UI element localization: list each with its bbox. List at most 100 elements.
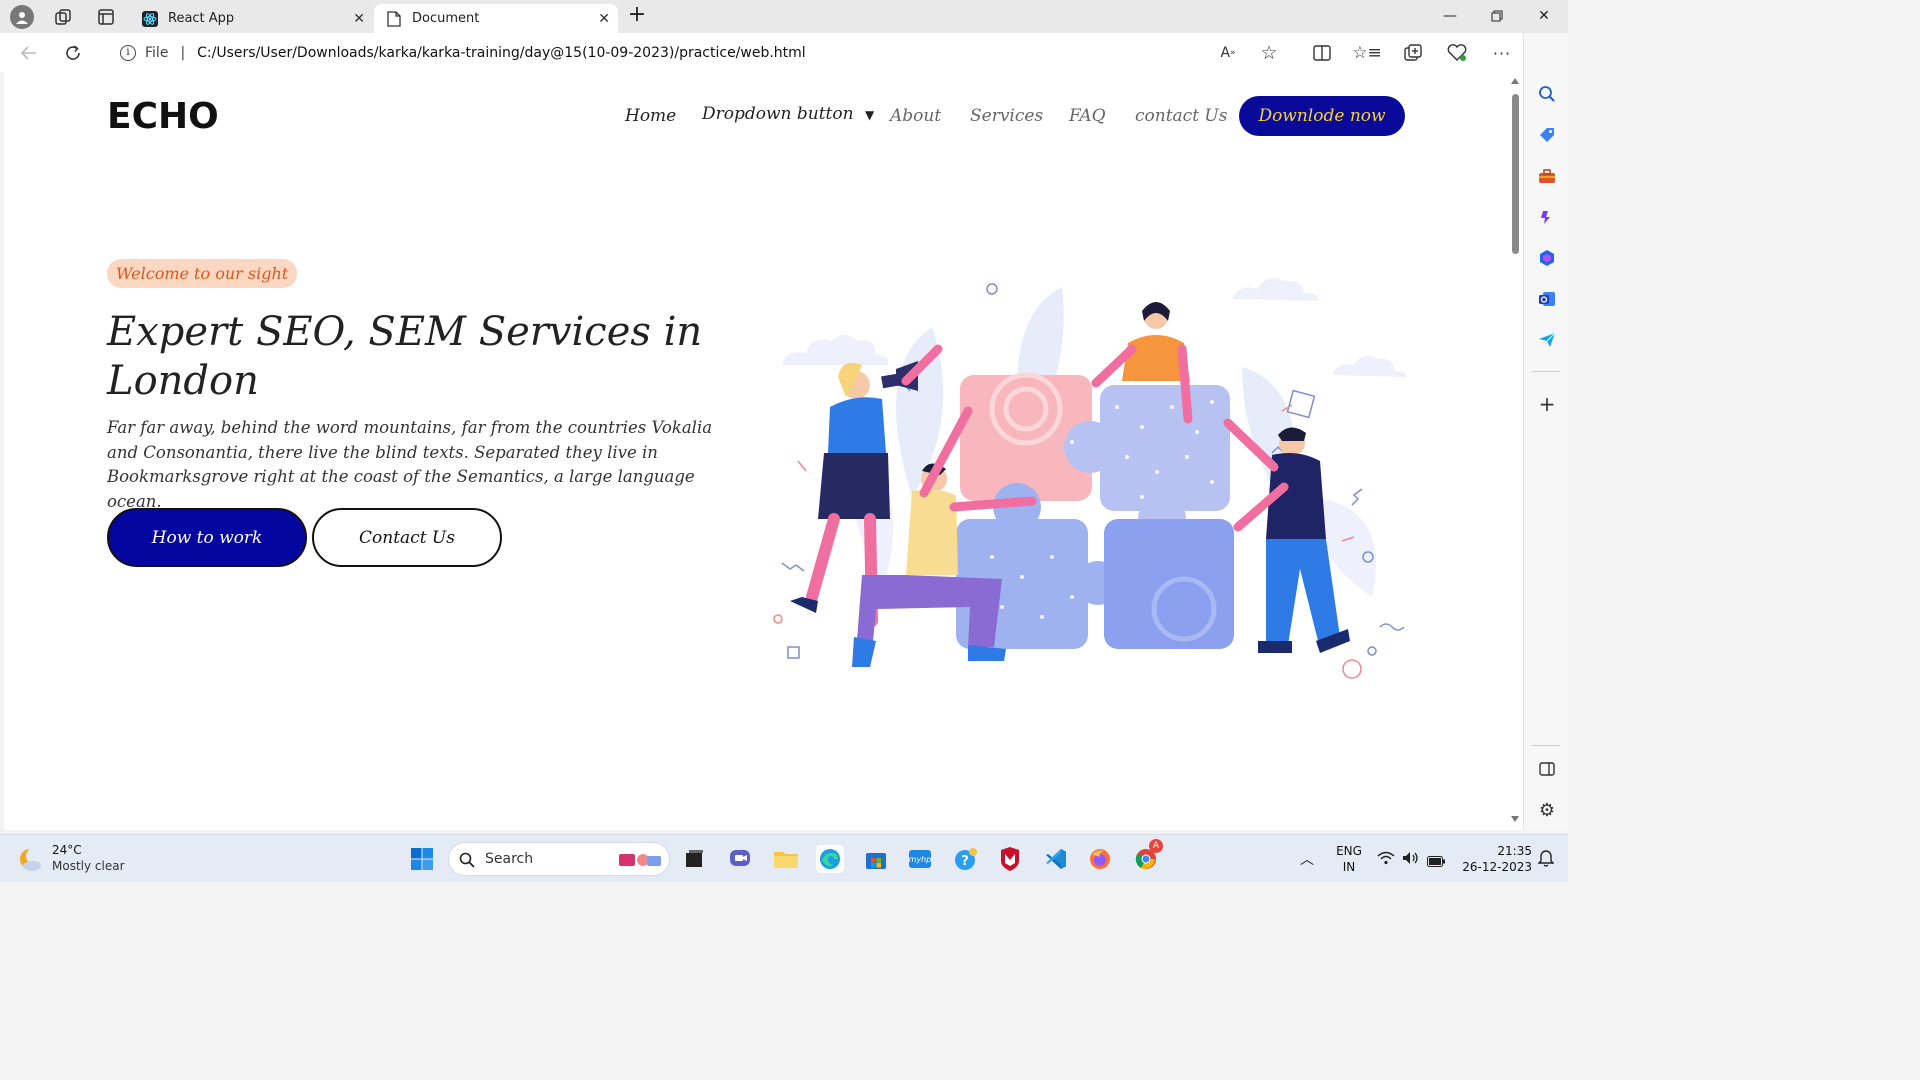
chrome-icon[interactable]: A [1132, 839, 1163, 873]
back-arrow-icon[interactable] [18, 42, 40, 64]
workspaces-icon[interactable] [54, 8, 72, 26]
add-icon[interactable]: + [1536, 392, 1558, 416]
teams-chat-icon[interactable] [726, 845, 754, 873]
close-tab-icon[interactable]: ✕ [353, 11, 365, 27]
restore-icon[interactable] [1487, 6, 1507, 26]
nav-faq[interactable]: FAQ [1069, 106, 1106, 126]
favorite-star-icon[interactable]: ☆ [1258, 42, 1280, 64]
search-icon [459, 852, 475, 868]
url-text[interactable]: C:/Users/User/Downloads/karka/karka-trai… [197, 45, 806, 61]
wifi-icon[interactable] [1377, 850, 1395, 869]
clock-date: 26-12-2023 [1462, 860, 1532, 874]
nav-services[interactable]: Services [970, 106, 1043, 126]
browser-sidebar: + ⚙ [1523, 33, 1568, 830]
split-screen-icon[interactable] [1311, 42, 1333, 64]
send-icon[interactable] [1536, 329, 1558, 351]
profile-icon[interactable] [10, 5, 34, 29]
volume-icon[interactable] [1402, 850, 1420, 869]
tools-icon[interactable] [1536, 165, 1558, 187]
site-logo[interactable]: ECHO [107, 96, 219, 137]
tab-title: React App [168, 11, 235, 26]
web-page: ECHO Home Dropdown button ▼ About Servic… [4, 72, 1508, 830]
tab-react-app[interactable]: React App ✕ [130, 4, 373, 33]
welcome-badge: Welcome to our sight [107, 259, 298, 288]
browser-tab-strip: React App ✕ Document ✕ + — ✕ [0, 0, 1568, 33]
task-view-icon[interactable] [680, 845, 708, 873]
battery-icon[interactable] [1427, 852, 1445, 871]
nav-home[interactable]: Home [625, 106, 676, 126]
search-highlight-icon [619, 854, 661, 866]
scroll-down-arrow[interactable] [1511, 816, 1519, 822]
contact-us-button[interactable]: Contact Us [312, 508, 502, 567]
hide-sidebar-icon[interactable] [1536, 758, 1558, 780]
games-icon[interactable] [1536, 206, 1558, 228]
nav-dropdown-button[interactable]: Dropdown button ▼ [702, 104, 874, 124]
chrome-profile-badge: A [1149, 839, 1163, 853]
clock-time: 21:35 [1497, 844, 1532, 858]
hero-description: Far far away, behind the word mountains,… [107, 418, 713, 511]
new-tab-button[interactable]: + [626, 4, 648, 27]
language-indicator[interactable]: ENG IN [1334, 843, 1364, 875]
weather-widget[interactable]: 24°C Mostly clear [18, 843, 148, 877]
weather-temp: 24°C [52, 843, 82, 857]
more-options-icon[interactable]: ··· [1491, 42, 1513, 64]
sidebar-divider [1532, 745, 1560, 746]
firefox-icon[interactable] [1086, 845, 1114, 873]
search-placeholder: Search [485, 851, 534, 867]
scroll-up-arrow[interactable] [1511, 78, 1519, 84]
mcafee-icon[interactable] [996, 845, 1024, 873]
page-scrollbar[interactable] [1508, 72, 1523, 830]
react-favicon-icon [142, 10, 158, 27]
minimize-icon[interactable]: — [1440, 6, 1460, 26]
info-icon[interactable]: i [120, 44, 136, 61]
address-bar[interactable]: i File | C:/Users/User/Downloads/karka/k… [104, 37, 1294, 68]
browser-toolbar: i File | C:/Users/User/Downloads/karka/k… [0, 33, 1568, 72]
outlook-icon[interactable] [1536, 288, 1558, 310]
teamwork-puzzle-illustration [773, 278, 1407, 679]
close-window-icon[interactable]: ✕ [1534, 6, 1554, 26]
vscode-icon[interactable] [1042, 845, 1070, 873]
how-to-work-button[interactable]: How to work [107, 508, 307, 567]
favorites-icon[interactable]: ☆≡ [1352, 42, 1381, 64]
sidebar-divider [1532, 371, 1560, 372]
search-icon[interactable] [1536, 83, 1558, 105]
windows-taskbar: 24°C Mostly clear Search myhp ? A ︿ ENG … [0, 834, 1568, 882]
refresh-icon[interactable] [62, 42, 84, 64]
help-icon[interactable]: ? [952, 845, 980, 873]
download-now-button[interactable]: Downlode now [1239, 96, 1405, 136]
separator: | [180, 44, 186, 61]
scrollbar-thumb[interactable] [1512, 94, 1519, 254]
taskbar-search-box[interactable]: Search [448, 842, 670, 876]
show-hidden-icons-chevron-icon[interactable]: ︿ [1300, 849, 1314, 869]
nav-about[interactable]: About [890, 106, 941, 126]
svg-text:myhp: myhp [909, 855, 932, 864]
microsoft-store-icon[interactable] [862, 845, 890, 873]
moon-cloud-icon [20, 848, 42, 871]
nav-dropdown-label: Dropdown button [702, 104, 854, 124]
language-line-2: IN [1342, 860, 1356, 874]
file-label: File [145, 44, 169, 61]
language-line-1: ENG [1336, 844, 1362, 858]
nav-contact[interactable]: contact Us [1135, 106, 1227, 126]
tab-actions-icon[interactable] [97, 8, 115, 26]
hero-title: Expert SEO, SEM Services in London [107, 309, 703, 404]
shopping-tag-icon[interactable] [1536, 124, 1558, 146]
edge-browser-icon[interactable] [816, 845, 844, 873]
myhp-icon[interactable]: myhp [906, 845, 934, 873]
tab-title: Document [412, 11, 480, 26]
read-aloud-icon[interactable]: A» [1217, 42, 1239, 64]
close-tab-icon[interactable]: ✕ [598, 11, 610, 27]
microsoft365-icon[interactable] [1536, 247, 1558, 269]
weather-condition: Mostly clear [52, 859, 125, 873]
file-explorer-icon[interactable] [772, 845, 800, 873]
settings-gear-icon[interactable]: ⚙ [1536, 799, 1558, 821]
tab-document[interactable]: Document ✕ [374, 4, 618, 33]
browser-essentials-icon[interactable] [1446, 42, 1468, 64]
notifications-bell-icon[interactable] [1537, 849, 1555, 871]
start-windows-icon[interactable] [408, 845, 436, 873]
clock[interactable]: 21:35 26-12-2023 [1452, 843, 1532, 875]
document-favicon-icon [386, 10, 402, 27]
svg-text:?: ? [961, 854, 969, 869]
caret-down-icon: ▼ [864, 108, 875, 122]
collections-icon[interactable] [1402, 42, 1424, 64]
